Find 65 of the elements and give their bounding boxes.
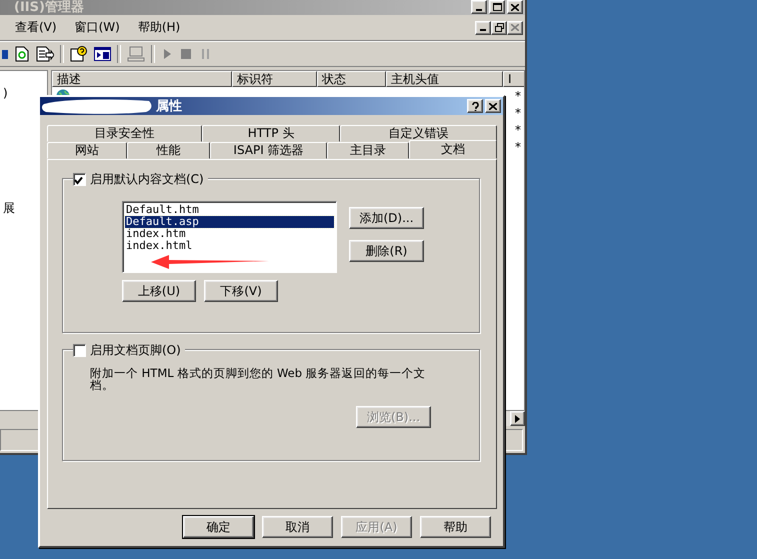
close-button[interactable] xyxy=(485,99,501,113)
menu-item[interactable]: 查看(V) xyxy=(6,19,66,36)
maximize-icon xyxy=(492,3,502,11)
column-header[interactable]: 描述 xyxy=(52,71,232,87)
move-up-button[interactable]: 上移(U) xyxy=(122,280,196,302)
tab[interactable]: HTTP 头 xyxy=(202,125,340,142)
list-item[interactable]: index.html xyxy=(125,240,334,252)
close-icon xyxy=(511,4,519,10)
checkbox-label: 启用默认内容文档(C) xyxy=(90,171,204,188)
cancel-button[interactable]: 取消 xyxy=(262,516,333,538)
tab[interactable]: 性能 xyxy=(127,142,210,159)
maximize-button[interactable] xyxy=(489,0,505,14)
toolbar-icon[interactable] xyxy=(2,47,8,61)
check-icon xyxy=(74,176,83,185)
menu-item[interactable]: 窗口(W) xyxy=(66,19,129,36)
checkbox[interactable] xyxy=(73,173,86,186)
description-text: 附加一个 HTML 格式的页脚到您的 Web 服务器返回的每一个文档。 xyxy=(90,367,427,391)
table-cell: * xyxy=(515,140,521,154)
minimize-button[interactable] xyxy=(475,20,491,34)
tab[interactable]: 主目录 xyxy=(327,142,409,159)
column-header[interactable]: 标识符 xyxy=(232,71,317,87)
add-button[interactable]: 添加(D)... xyxy=(349,207,424,229)
tree-item[interactable]: 展 xyxy=(3,200,15,217)
remove-button[interactable]: 删除(R) xyxy=(349,240,424,262)
scroll-right-button[interactable] xyxy=(510,411,525,426)
close-button[interactable] xyxy=(507,20,523,34)
column-header[interactable]: 状态 xyxy=(317,71,386,87)
table-cell: * xyxy=(515,106,521,120)
checkbox[interactable] xyxy=(73,344,86,357)
column-header[interactable]: 主机头值 xyxy=(386,71,503,87)
restore-icon xyxy=(494,23,504,32)
list-item[interactable]: Default.htm xyxy=(125,204,334,216)
dialog-title: 属性 xyxy=(156,98,182,115)
help-button[interactable] xyxy=(467,99,483,113)
help-button[interactable]: 帮助 xyxy=(420,516,491,538)
tree-item[interactable]: ) xyxy=(3,86,8,100)
close-button[interactable] xyxy=(507,0,523,14)
restore-button[interactable] xyxy=(491,20,507,34)
tab[interactable]: 文档 xyxy=(409,140,497,159)
minimize-button[interactable] xyxy=(471,0,487,14)
ok-button[interactable]: 确定 xyxy=(183,516,254,538)
panel-icon[interactable] xyxy=(94,47,111,61)
close-icon xyxy=(511,24,519,31)
tab[interactable]: 目录安全性 xyxy=(47,125,202,142)
tab[interactable]: 自定义错误 xyxy=(340,125,497,142)
column-header[interactable]: I xyxy=(503,71,524,87)
help-icon[interactable] xyxy=(70,46,88,62)
list-item[interactable]: index.htm xyxy=(125,228,334,240)
list-item[interactable]: Default.asp xyxy=(125,216,334,228)
export-list-icon[interactable] xyxy=(36,46,54,62)
window-title: (IIS)管理器 xyxy=(14,0,84,16)
move-down-button[interactable]: 下移(V) xyxy=(204,280,278,302)
checkbox-label: 启用文档页脚(O) xyxy=(90,342,181,359)
stop-icon[interactable] xyxy=(179,47,193,61)
close-icon xyxy=(489,102,497,110)
table-cell: * xyxy=(515,122,521,136)
tab[interactable]: 网站 xyxy=(47,142,127,159)
computer-icon[interactable] xyxy=(127,46,145,62)
play-icon[interactable] xyxy=(161,47,173,61)
help-icon xyxy=(472,102,478,110)
arrow-right-icon xyxy=(515,414,520,422)
refresh-icon[interactable] xyxy=(14,46,30,62)
tab[interactable]: ISAPI 筛选器 xyxy=(210,142,327,159)
menu-item[interactable]: 帮助(H) xyxy=(128,19,190,36)
table-cell: * xyxy=(515,88,521,102)
